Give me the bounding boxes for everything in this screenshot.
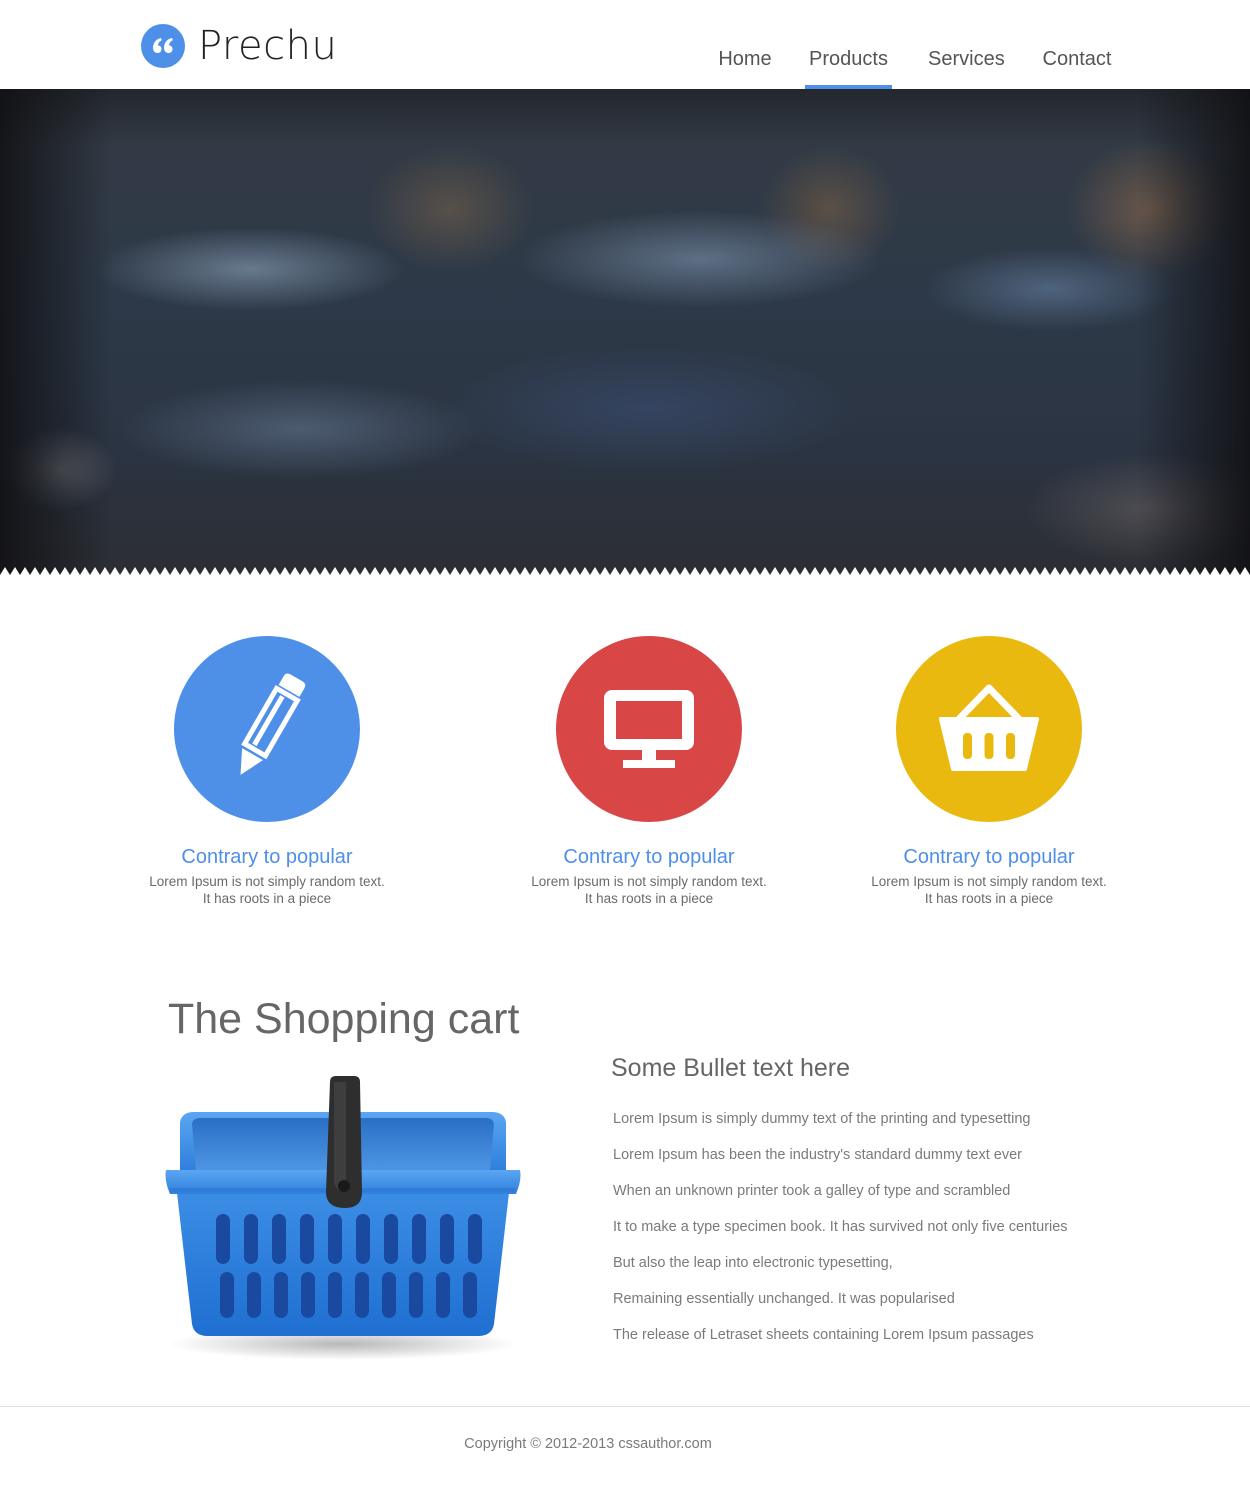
list-item: Remaining essentially unchanged. It was … [613,1291,955,1307]
monitor-icon [556,636,742,822]
bullet-list: Lorem Ipsum is simply dummy text of the … [613,1108,1068,1360]
feature-text-line: It has roots in a piece [924,891,1054,906]
feature-text-line: Lorem Ipsum is not simply random text. [871,874,1107,889]
nav-item-contact[interactable]: Contact [1041,46,1113,89]
nav-item-services[interactable]: Services [928,46,1005,89]
feature-card: Contrary to popular Lorem Ipsum is not s… [839,636,1139,907]
list-item: It to make a type specimen book. It has … [613,1219,1068,1235]
feature-title: Contrary to popular [181,846,353,868]
hero-vignette [0,89,1250,575]
feature-text-line: Lorem Ipsum is not simply random text. [149,874,385,889]
hero-banner [0,89,1250,575]
bullets-heading: Some Bullet text here [611,1054,851,1082]
list-item: Lorem Ipsum has been the industry's stan… [613,1147,1022,1163]
feature-title: Contrary to popular [563,846,735,868]
feature-card: Contrary to popular Lorem Ipsum is not s… [117,636,417,907]
footer-divider [0,1406,1250,1407]
feature-text: Lorem Ipsum is not simply random text. I… [839,873,1139,907]
list-item: But also the leap into electronic typese… [613,1255,893,1271]
site-header: Prechu Home Products Services Contact [0,0,1250,89]
feature-text: Lorem Ipsum is not simply random text. I… [117,873,417,907]
nav-item-home[interactable]: Home [717,46,773,89]
nav-item-products[interactable]: Products [805,46,892,89]
basket-icon [896,636,1082,822]
pencil-icon [174,636,360,822]
feature-text: Lorem Ipsum is not simply random text. I… [499,873,799,907]
feature-text-line: It has roots in a piece [202,891,332,906]
feature-title: Contrary to popular [903,846,1075,868]
cart-section-heading: The Shopping cart [168,995,520,1043]
hero-zigzag-edge [0,565,1250,575]
footer-copyright: Copyright © 2012-2013 cssauthor.com [464,1436,712,1452]
main-nav: Home Products Services Contact [0,46,1250,89]
list-item: The release of Letraset sheets containin… [613,1327,1034,1343]
feature-card: Contrary to popular Lorem Ipsum is not s… [499,636,799,907]
feature-text-line: Lorem Ipsum is not simply random text. [531,874,767,889]
list-item: When an unknown printer took a galley of… [613,1183,1011,1199]
feature-text-line: It has roots in a piece [584,891,714,906]
list-item: Lorem Ipsum is simply dummy text of the … [613,1111,1031,1127]
shopping-basket-illustration [165,1076,521,1360]
